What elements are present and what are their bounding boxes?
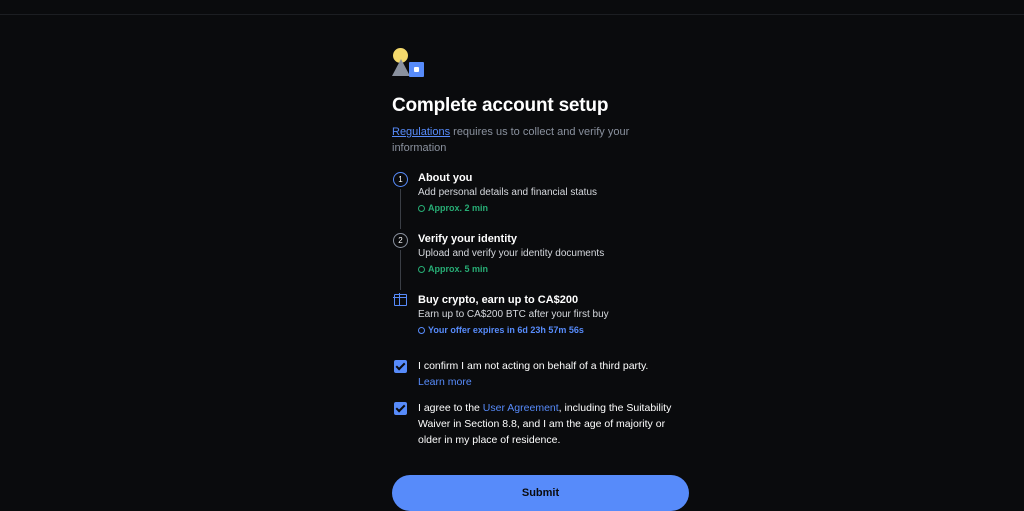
step-duration: Approx. 5 min xyxy=(418,264,488,274)
offer-description: Earn up to CA$200 BTC after your first b… xyxy=(418,309,609,320)
step-duration-text: Approx. 5 min xyxy=(428,264,489,274)
gift-icon xyxy=(393,293,407,306)
user-agreement-checkbox[interactable] xyxy=(394,402,407,415)
step-number-icon: 1 xyxy=(393,172,408,187)
offer-countdown: Your offer expires in 6d 23h 57m 56s xyxy=(418,325,584,335)
intro-text: Regulations requires us to collect and v… xyxy=(392,124,652,156)
regulations-link[interactable]: Regulations xyxy=(392,126,450,138)
learn-more-link[interactable]: Learn more xyxy=(418,376,472,388)
top-bar xyxy=(0,0,1024,15)
offer-countdown-text: Your offer expires in 6d 23h 57m 56s xyxy=(428,325,584,335)
agreement-prefix: I agree to the xyxy=(418,402,483,414)
step-number-icon: 2 xyxy=(393,233,408,248)
clock-icon xyxy=(418,205,425,212)
step-duration: Approx. 2 min xyxy=(418,203,488,213)
step-title: Verify your identity xyxy=(418,233,518,245)
step-description: Add personal details and financial statu… xyxy=(418,187,598,198)
step-connector xyxy=(400,250,401,290)
third-party-text: I confirm I am not acting on behalf of a… xyxy=(418,358,688,390)
step-title: About you xyxy=(418,172,473,184)
user-agreement-text: I agree to the User Agreement, including… xyxy=(418,400,688,448)
offer-title: Buy crypto, earn up to CA$200 xyxy=(418,294,579,306)
page-title: Complete account setup xyxy=(392,95,609,116)
clock-icon xyxy=(418,266,425,273)
third-party-checkbox[interactable] xyxy=(394,360,407,373)
account-setup-panel: Complete account setup Regulations requi… xyxy=(392,47,692,511)
submit-button[interactable]: Submit xyxy=(392,475,689,511)
shapes-logo-icon xyxy=(392,47,426,79)
step-connector xyxy=(400,189,401,229)
step-duration-text: Approx. 2 min xyxy=(428,203,489,213)
step-description: Upload and verify your identity document… xyxy=(418,248,605,259)
third-party-label: I confirm I am not acting on behalf of a… xyxy=(418,360,649,372)
user-agreement-link[interactable]: User Agreement xyxy=(483,402,559,414)
clock-icon xyxy=(418,327,425,334)
